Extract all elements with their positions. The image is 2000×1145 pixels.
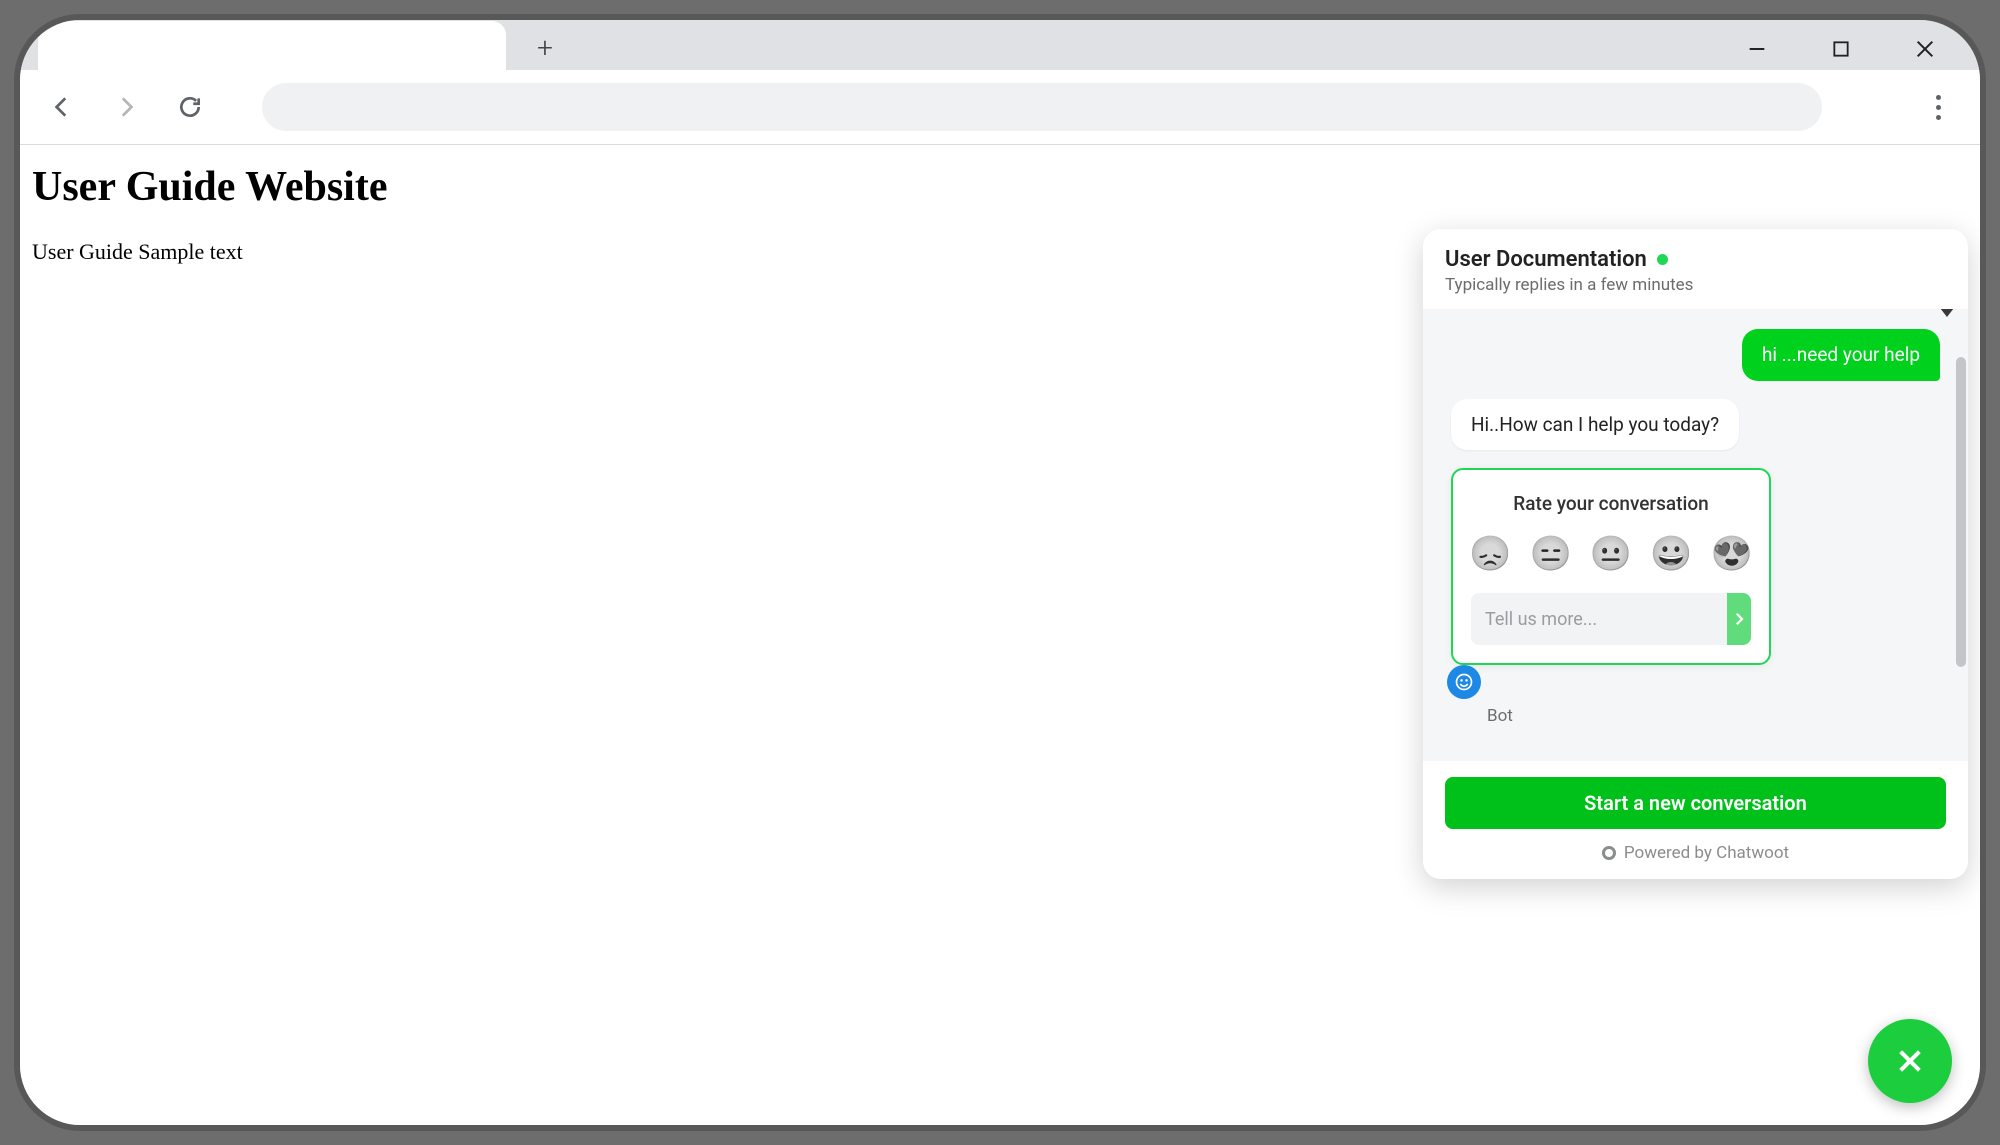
chat-bubble: Hi..How can I help you today? bbox=[1451, 399, 1739, 451]
bot-label: Bot bbox=[1487, 706, 1513, 726]
rate-emoji-5[interactable]: 😍 bbox=[1711, 537, 1753, 571]
chat-widget: User Documentation Typically replies in … bbox=[1423, 229, 1968, 879]
chat-close-bubble[interactable] bbox=[1868, 1019, 1952, 1103]
close-icon bbox=[1894, 1045, 1926, 1077]
rate-feedback-send-button[interactable] bbox=[1727, 593, 1751, 645]
new-tab-button[interactable]: + bbox=[522, 24, 568, 70]
chat-bubble: hi ...need your help bbox=[1742, 329, 1940, 381]
window-minimize-button[interactable] bbox=[1734, 26, 1780, 72]
chat-subtitle: Typically replies in a few minutes bbox=[1445, 275, 1946, 295]
chat-body: hi ...need your help Hi..How can I help … bbox=[1423, 309, 1968, 761]
chatwoot-logo-icon bbox=[1602, 846, 1616, 860]
powered-by[interactable]: Powered by Chatwoot bbox=[1602, 843, 1789, 863]
chevron-right-icon bbox=[1730, 610, 1748, 628]
window-close-button[interactable] bbox=[1902, 26, 1948, 72]
rate-card: Rate your conversation 😞 😑 😐 😀 😍 bbox=[1451, 468, 1771, 665]
chat-message-user: hi ...need your help bbox=[1451, 329, 1940, 381]
rate-emoji-4[interactable]: 😀 bbox=[1650, 537, 1692, 571]
rate-emoji-row: 😞 😑 😐 😀 😍 bbox=[1471, 537, 1751, 571]
rate-emoji-1[interactable]: 😞 bbox=[1469, 537, 1511, 571]
rate-title: Rate your conversation bbox=[1471, 492, 1751, 515]
forward-button[interactable] bbox=[106, 87, 146, 127]
chat-footer: Start a new conversation Powered by Chat… bbox=[1423, 761, 1968, 879]
window-maximize-button[interactable] bbox=[1818, 26, 1864, 72]
powered-by-label: Powered by Chatwoot bbox=[1624, 843, 1789, 863]
tab-strip: + bbox=[20, 20, 1980, 70]
browser-window: + User Guide Website bbox=[20, 20, 1980, 1125]
page-heading: User Guide Website bbox=[32, 163, 1968, 211]
chat-title: User Documentation bbox=[1445, 247, 1647, 272]
chat-message-bot: Hi..How can I help you today? bbox=[1451, 399, 1940, 451]
bot-avatar-icon bbox=[1447, 665, 1481, 699]
address-bar[interactable] bbox=[262, 83, 1822, 131]
rate-emoji-2[interactable]: 😑 bbox=[1529, 537, 1571, 571]
page-content: User Guide Website User Guide Sample tex… bbox=[20, 145, 1980, 1125]
rate-emoji-3[interactable]: 😐 bbox=[1590, 537, 1632, 571]
rate-feedback-row bbox=[1471, 593, 1751, 645]
browser-menu-button[interactable] bbox=[1918, 87, 1958, 127]
browser-tab[interactable] bbox=[38, 21, 506, 70]
chat-scrollbar[interactable] bbox=[1956, 357, 1966, 667]
browser-toolbar bbox=[20, 70, 1980, 145]
back-button[interactable] bbox=[42, 87, 82, 127]
status-online-icon bbox=[1657, 254, 1668, 265]
start-conversation-button[interactable]: Start a new conversation bbox=[1445, 777, 1946, 829]
chat-header: User Documentation Typically replies in … bbox=[1423, 229, 1968, 309]
rate-feedback-input[interactable] bbox=[1471, 593, 1727, 645]
reload-button[interactable] bbox=[170, 87, 210, 127]
